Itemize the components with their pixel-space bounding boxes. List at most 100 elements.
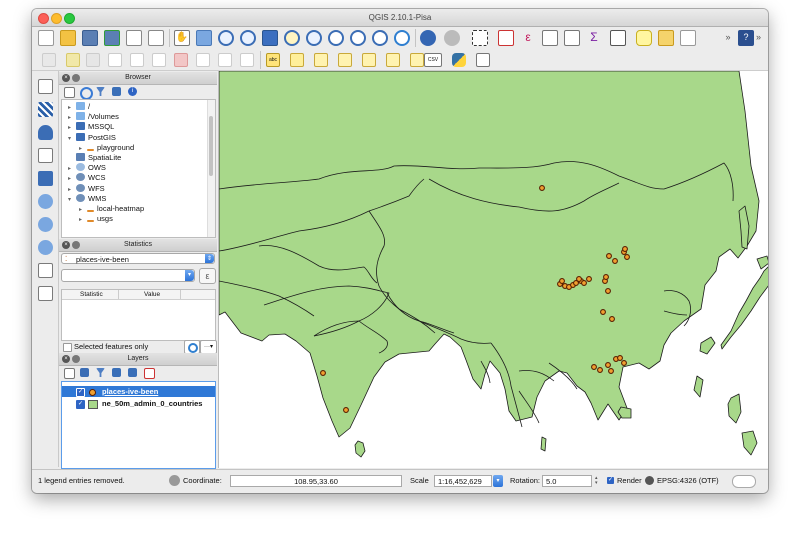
csv-import-icon[interactable]: CSV: [424, 53, 442, 67]
zoom-to-selection-icon[interactable]: [284, 30, 300, 46]
rotate-label-icon[interactable]: [386, 53, 400, 67]
plugin-dots-icon[interactable]: [476, 53, 490, 67]
collapse-all-icon[interactable]: [128, 368, 137, 377]
action-gear-icon[interactable]: [444, 30, 460, 46]
browser-item[interactable]: ▸ OWS: [62, 163, 106, 173]
browser-item[interactable]: ▸/Volumes: [62, 112, 119, 122]
new-project-icon[interactable]: [38, 30, 54, 46]
rotation-field[interactable]: 5.0: [542, 475, 592, 487]
add-postgis-layer-icon[interactable]: [38, 125, 53, 140]
browser-item[interactable]: ▸ MSSQL: [62, 122, 114, 132]
statistical-summary-icon[interactable]: Σ: [586, 30, 602, 46]
statistics-field-combo[interactable]: ▾: [61, 269, 195, 282]
toggle-editing-pencil-icon[interactable]: [66, 53, 80, 67]
add-delimited-text-icon[interactable]: [38, 263, 53, 278]
filter-legend-icon[interactable]: [96, 368, 105, 377]
column-header-statistic[interactable]: Statistic: [80, 290, 103, 299]
add-wcs-layer-icon[interactable]: [38, 217, 53, 232]
browser-item[interactable]: ▸ local-heatmap: [62, 204, 144, 214]
more-tools-right-chevron-icon[interactable]: »: [756, 30, 768, 46]
zoom-full-icon[interactable]: [262, 30, 278, 46]
coordinate-field[interactable]: 108.95,33.60: [230, 475, 402, 487]
filter-icon[interactable]: [96, 87, 105, 96]
browser-item[interactable]: ▸ /: [62, 102, 90, 112]
new-shapefile-icon[interactable]: [38, 286, 53, 301]
paste-features-icon[interactable]: [240, 53, 254, 67]
node-tool-icon[interactable]: [152, 53, 166, 67]
chevron-right-icon[interactable]: ▸: [79, 215, 87, 225]
column-header-value[interactable]: Value: [144, 290, 160, 299]
more-tools-chevron-icon[interactable]: »: [720, 30, 736, 46]
layer-visible-checkbox[interactable]: ✓: [76, 388, 85, 397]
zoom-next-icon[interactable]: [372, 30, 388, 46]
refresh-statistics-button[interactable]: [184, 340, 200, 354]
python-console-icon[interactable]: [452, 53, 466, 67]
save-as-icon[interactable]: [104, 30, 120, 46]
crs-globe-icon[interactable]: [645, 476, 654, 485]
save-edits-icon[interactable]: [86, 53, 100, 67]
layer-visible-checkbox[interactable]: ✓: [76, 400, 85, 409]
expression-select-icon[interactable]: ε: [520, 30, 536, 46]
add-selected-layers-icon[interactable]: [64, 87, 75, 98]
layer-row-countries[interactable]: ✓ ne_50m_admin_0_countries: [62, 398, 215, 409]
refresh-icon[interactable]: [394, 30, 410, 46]
measure-icon[interactable]: [610, 30, 626, 46]
copy-features-icon[interactable]: [218, 53, 232, 67]
render-checkbox[interactable]: ✓: [607, 477, 614, 484]
scale-field[interactable]: 1:16,452,629: [434, 475, 492, 487]
label-toolbar-icon[interactable]: abc: [266, 53, 280, 67]
pan-to-selection-icon[interactable]: [196, 30, 212, 46]
new-print-composer-icon[interactable]: [126, 30, 142, 46]
statistics-layer-combo[interactable]: ⁚ places-ive-been ⇕: [61, 253, 215, 264]
minimize-window-button[interactable]: [51, 13, 62, 24]
move-feature-icon[interactable]: [130, 53, 144, 67]
browser-item[interactable]: ▾ PostGIS: [62, 132, 116, 143]
browser-item[interactable]: ▸ WFS: [62, 183, 105, 194]
browser-item[interactable]: ▸ playground: [62, 143, 134, 153]
browser-item[interactable]: ▸ WCS: [62, 173, 106, 183]
rotation-stepper[interactable]: ▴ ▾: [595, 476, 601, 486]
pin-labels-icon[interactable]: [290, 53, 304, 67]
add-vector-layer-icon[interactable]: [38, 79, 53, 94]
zoom-window-button[interactable]: [64, 13, 75, 24]
move-label-icon[interactable]: [362, 53, 376, 67]
help-icon[interactable]: ?: [738, 30, 754, 46]
attribute-table-icon[interactable]: [542, 30, 558, 46]
highlight-labels-icon[interactable]: [314, 53, 328, 67]
field-calculator-icon[interactable]: [564, 30, 580, 46]
add-spatialite-layer-icon[interactable]: [38, 148, 53, 163]
zoom-native-icon[interactable]: [328, 30, 344, 46]
show-bookmarks-icon[interactable]: [680, 30, 696, 46]
add-feature-icon[interactable]: [108, 53, 122, 67]
collapse-all-icon[interactable]: [112, 87, 121, 96]
scale-dropdown-chevron-icon[interactable]: ▾: [493, 475, 503, 487]
properties-info-icon[interactable]: i: [128, 87, 137, 96]
show-hide-labels-icon[interactable]: [338, 53, 352, 67]
change-label-icon[interactable]: [410, 53, 424, 67]
crs-status[interactable]: EPSG:4326 (OTF): [657, 476, 719, 485]
add-group-icon[interactable]: [80, 368, 89, 377]
messages-log-button[interactable]: [732, 475, 756, 488]
browser-item[interactable]: ▾ WMS: [62, 193, 106, 204]
add-wfs-layer-icon[interactable]: [38, 240, 53, 255]
composer-manager-icon[interactable]: [148, 30, 164, 46]
layer-styling-icon[interactable]: [64, 368, 75, 379]
cut-features-icon[interactable]: [196, 53, 210, 67]
browser-scrollbar[interactable]: [207, 100, 215, 237]
zoom-in-icon[interactable]: [218, 30, 234, 46]
add-raster-layer-icon[interactable]: [38, 102, 53, 117]
select-features-icon[interactable]: [472, 30, 488, 46]
map-tips-icon[interactable]: [636, 30, 652, 46]
messages-icon[interactable]: [169, 475, 180, 486]
new-bookmark-icon[interactable]: [658, 30, 674, 46]
zoom-out-icon[interactable]: [240, 30, 256, 46]
map-canvas[interactable]: [218, 71, 768, 468]
browser-item[interactable]: ▸ usgs: [62, 214, 113, 224]
close-window-button[interactable]: [38, 13, 49, 24]
browser-item[interactable]: SpatiaLite: [62, 153, 121, 163]
open-project-icon[interactable]: [60, 30, 76, 46]
current-edits-icon[interactable]: [42, 53, 56, 67]
expression-button[interactable]: ε: [199, 268, 216, 284]
pan-hand-icon[interactable]: ✋: [174, 30, 190, 46]
zoom-to-layer-icon[interactable]: [306, 30, 322, 46]
